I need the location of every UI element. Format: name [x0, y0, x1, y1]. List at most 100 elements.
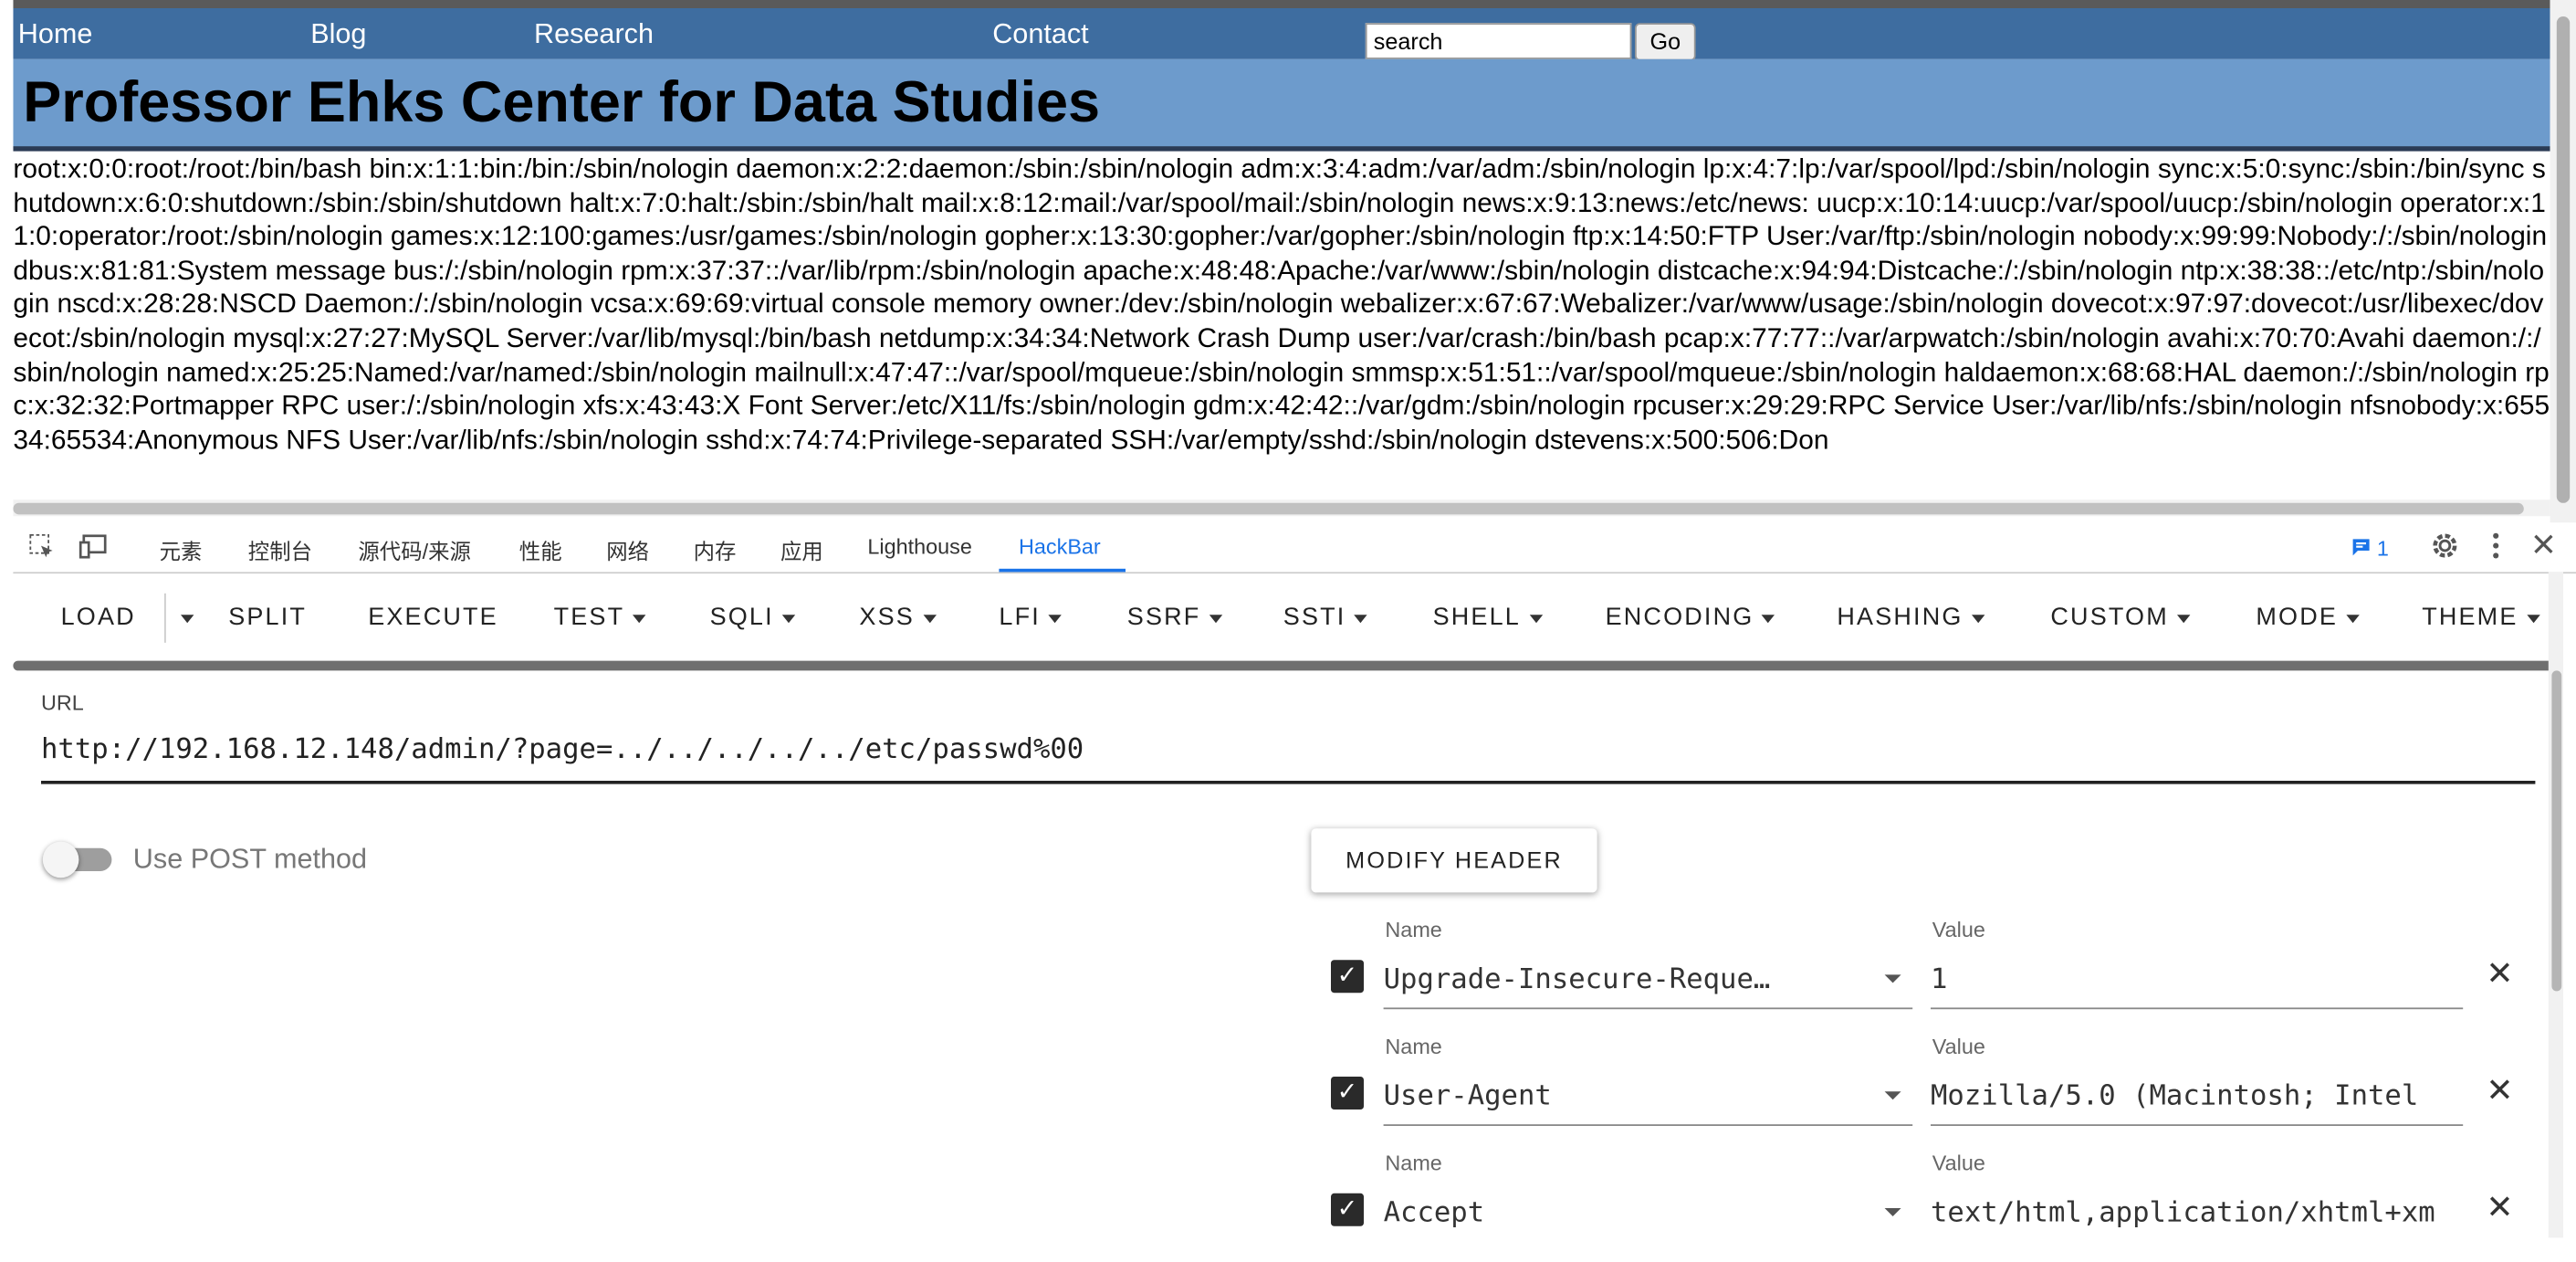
header-row: ✓ Name User-Agent Value Mozilla/5.0 (Mac… — [13, 1031, 2576, 1146]
header-enabled-checkbox[interactable]: ✓ — [1331, 1193, 1364, 1226]
settings-gear-icon[interactable] — [2430, 531, 2459, 567]
more-options-icon[interactable] — [2491, 531, 2501, 567]
url-input-underline — [41, 781, 2536, 784]
remove-header-icon[interactable]: ✕ — [2486, 1070, 2513, 1111]
header-value-label: Value — [1932, 917, 1985, 942]
menu-hashing-label: HASHING — [1837, 603, 1963, 632]
tab-hackbar[interactable]: HackBar — [1019, 534, 1101, 559]
devtools-vertical-scrollbar-thumb[interactable] — [2551, 670, 2562, 992]
url-label: URL — [41, 690, 84, 715]
menu-custom[interactable]: CUSTOM — [2050, 604, 2191, 631]
chevron-down-icon[interactable] — [1884, 974, 1901, 983]
header-value-input[interactable]: 1 — [1931, 963, 2460, 996]
remove-header-icon[interactable]: ✕ — [2486, 953, 2513, 994]
nav-home-link[interactable]: Home — [18, 18, 93, 51]
menu-theme-label: THEME — [2422, 603, 2518, 632]
header-enabled-checkbox[interactable]: ✓ — [1331, 1077, 1364, 1110]
active-tab-indicator — [999, 568, 1126, 573]
devtools-panel: 元素 控制台 源代码/来源 性能 网络 内存 应用 Lighthouse Hac… — [13, 522, 2576, 1238]
site-title: Professor Ehks Center for Data Studies — [23, 70, 1101, 135]
passwd-output: root:x:0:0:root:/root:/bin/bash bin:x:1:… — [13, 152, 2550, 456]
tab-console[interactable]: 控制台 — [248, 534, 312, 565]
search-go-button[interactable]: Go — [1635, 23, 1696, 61]
header-name-underline — [1383, 1124, 1913, 1126]
tab-application[interactable]: 应用 — [780, 534, 823, 565]
chevron-down-icon[interactable] — [1884, 1208, 1901, 1216]
menu-execute[interactable]: EXECUTE — [368, 604, 498, 632]
inspect-element-icon[interactable] — [28, 532, 57, 567]
menu-shell-label: SHELL — [1432, 603, 1521, 632]
tab-network[interactable]: 网络 — [606, 534, 649, 565]
site-search-input[interactable]: search — [1365, 23, 1632, 59]
header-name-select[interactable]: Accept — [1384, 1196, 1811, 1229]
page-viewport: Home Blog Research Contact search Go Pro… — [13, 0, 2550, 523]
nav-research-link[interactable]: Research — [534, 18, 654, 51]
tab-elements[interactable]: 元素 — [160, 534, 203, 565]
chevron-down-icon — [1971, 614, 1984, 623]
menu-load[interactable]: LOAD — [61, 604, 136, 632]
header-enabled-checkbox[interactable]: ✓ — [1331, 960, 1364, 994]
issues-badge[interactable]: 1 — [2351, 536, 2389, 561]
window-top-edge — [13, 0, 2550, 8]
device-toolbar-icon[interactable] — [79, 532, 108, 567]
header-value-input[interactable]: text/html,application/xhtml+xm — [1931, 1196, 2460, 1229]
chevron-down-icon — [1528, 614, 1543, 623]
menu-load-dropdown[interactable] — [173, 604, 194, 632]
tab-memory[interactable]: 内存 — [694, 534, 737, 565]
issues-count: 1 — [2376, 535, 2389, 561]
chevron-down-icon — [1209, 614, 1222, 623]
menu-mode[interactable]: MODE — [2256, 603, 2360, 632]
header-name-label: Name — [1385, 1151, 1442, 1175]
site-nav: Home Blog Research Contact search Go — [13, 8, 2550, 61]
modify-header-button[interactable]: MODIFY HEADER — [1311, 828, 1597, 893]
chevron-down-icon — [2526, 614, 2539, 623]
nav-blog-link[interactable]: Blog — [310, 18, 366, 51]
horizontal-scrollbar-thumb[interactable] — [13, 502, 2524, 515]
menu-ssti-label: SSTI — [1283, 603, 1346, 632]
header-value-label: Value — [1932, 1034, 1985, 1059]
menu-split[interactable]: SPLIT — [228, 604, 307, 632]
tab-sources[interactable]: 源代码/来源 — [358, 534, 471, 565]
menu-mode-label: MODE — [2256, 603, 2339, 632]
chevron-down-icon — [781, 614, 796, 623]
devtools-tabbar: 元素 控制台 源代码/来源 性能 网络 内存 应用 Lighthouse Hac… — [13, 522, 2576, 574]
header-value-underline — [1931, 1007, 2464, 1010]
tab-performance[interactable]: 性能 — [519, 534, 562, 565]
menu-test[interactable]: TEST — [554, 604, 646, 631]
page-vertical-scrollbar-thumb[interactable] — [2556, 16, 2571, 503]
menu-xss-label: XSS — [859, 603, 915, 632]
close-devtools-icon[interactable] — [2532, 532, 2555, 562]
nav-contact-link[interactable]: Contact — [992, 18, 1088, 51]
chevron-down-icon — [633, 614, 646, 623]
menu-encoding[interactable]: ENCODING — [1605, 603, 1775, 632]
menu-sqli[interactable]: SQLI — [710, 604, 796, 631]
header-name-select[interactable]: Upgrade-Insecure-Reque… — [1384, 963, 1811, 996]
menu-lfi-label: LFI — [999, 603, 1041, 632]
menu-shell[interactable]: SHELL — [1432, 603, 1543, 632]
menu-theme[interactable]: THEME — [2422, 603, 2539, 632]
menu-encoding-label: ENCODING — [1605, 603, 1754, 632]
url-input[interactable]: http://192.168.12.148/admin/?page=../../… — [41, 733, 1084, 766]
remove-header-icon[interactable]: ✕ — [2486, 1187, 2513, 1228]
menu-hashing[interactable]: HASHING — [1837, 603, 1984, 632]
header-name-label: Name — [1385, 1034, 1442, 1059]
post-method-toggle-knob[interactable] — [42, 841, 79, 878]
header-value-underline — [1931, 1124, 2464, 1126]
load-split-divider — [164, 593, 166, 643]
header-name-select[interactable]: User-Agent — [1384, 1080, 1811, 1113]
header-value-label: Value — [1932, 1151, 1985, 1175]
chevron-down-icon — [922, 614, 937, 623]
menu-ssrf[interactable]: SSRF — [1127, 604, 1222, 631]
menu-xss[interactable]: XSS — [859, 603, 937, 632]
tab-lighthouse[interactable]: Lighthouse — [867, 534, 972, 559]
post-method-label: Use POST method — [132, 843, 368, 875]
hackbar-menu: LOAD SPLIT EXECUTE TEST SQLI XSS LFI SSR… — [13, 573, 2576, 659]
chevron-down-icon[interactable] — [1884, 1091, 1901, 1100]
menu-lfi[interactable]: LFI — [999, 603, 1063, 632]
chevron-down-icon — [1354, 614, 1367, 623]
site-banner: Professor Ehks Center for Data Studies — [13, 58, 2550, 148]
chevron-down-icon — [1048, 614, 1063, 623]
menu-ssti[interactable]: SSTI — [1283, 603, 1367, 632]
header-value-input[interactable]: Mozilla/5.0 (Macintosh; Intel — [1931, 1080, 2460, 1113]
chevron-down-icon — [2176, 614, 2191, 623]
